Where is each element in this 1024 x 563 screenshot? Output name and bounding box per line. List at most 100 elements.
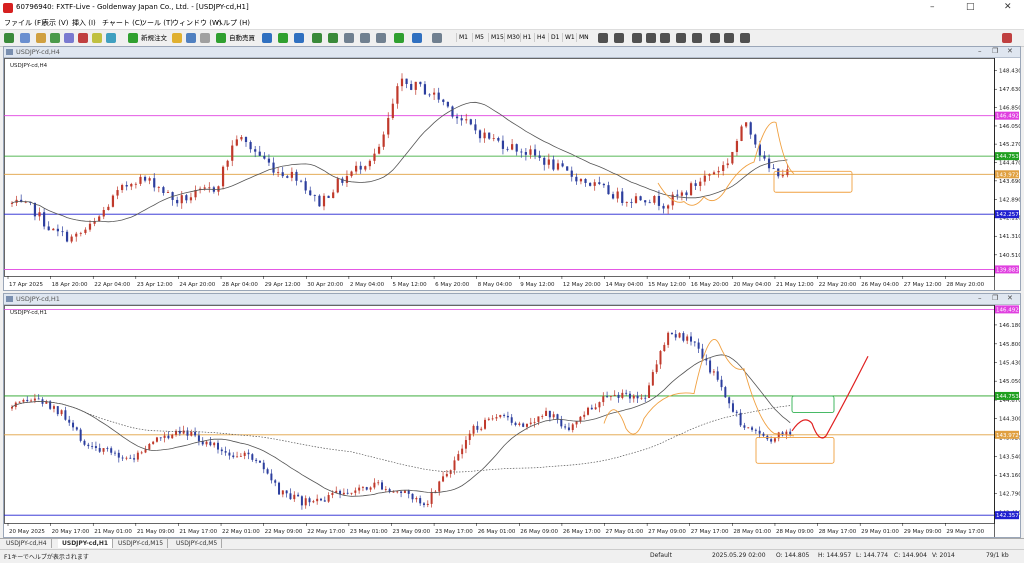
arrows-icon[interactable] (740, 33, 750, 43)
candle-body (522, 423, 525, 427)
chart-close-icon[interactable]: ✕ (1007, 294, 1013, 302)
maximize-icon[interactable]: □ (966, 2, 975, 12)
date-tick-label: 27 May 17:00 (691, 529, 729, 535)
candle-body (590, 407, 593, 410)
candle-body (354, 490, 357, 493)
fibonacci-icon[interactable] (692, 33, 702, 43)
crosshair-icon[interactable] (614, 33, 624, 43)
templates-icon[interactable] (432, 33, 442, 43)
navigator-icon[interactable] (64, 33, 74, 43)
autoscroll-icon[interactable] (360, 33, 370, 43)
candle-body (130, 183, 133, 187)
zoom-in-icon[interactable] (312, 33, 322, 43)
candle-body (43, 212, 46, 227)
tab-usdjpy-m15[interactable]: USDJPY-cd,M15 (114, 539, 169, 548)
chart-restore-icon[interactable]: ❐ (992, 47, 998, 55)
chart-h1[interactable]: USDJPY-cd,H1 146.180 145.800 145.430 145.050… (4, 305, 1020, 537)
chart-shift-icon[interactable] (376, 33, 386, 43)
metaeditor-icon[interactable] (172, 33, 182, 43)
candle-body (277, 172, 280, 174)
date-tick-label: 29 May 01:00 (861, 529, 899, 535)
date-tick-label: 26 May 04:00 (861, 282, 899, 288)
close-icon[interactable]: ✕ (1004, 2, 1012, 12)
price-tick-label: 145.270 (999, 142, 1020, 148)
chart-h4[interactable]: USDJPY-cd,H4 148.430 147.630 146.850 146.050… (4, 58, 1020, 290)
candle-body (323, 500, 326, 502)
candle-body (68, 419, 71, 423)
tab-usdjpy-h1[interactable]: USDJPY-cd,H1 (58, 539, 114, 548)
indicators-icon[interactable] (394, 33, 404, 43)
candle-body (249, 142, 252, 150)
chart-minimize-icon[interactable]: – (978, 294, 982, 302)
menu-file[interactable]: ファイル (F) (4, 18, 44, 28)
timeframe-w1[interactable]: W1 (562, 33, 577, 42)
menu-tools[interactable]: ツール (T) (140, 18, 173, 28)
chart-close-icon[interactable]: ✕ (1007, 47, 1013, 55)
periods-icon[interactable] (412, 33, 422, 43)
new-order-icon[interactable] (128, 33, 138, 43)
price-tick-label: 147.630 (999, 87, 1020, 93)
tab-usdjpy-m5[interactable]: USDJPY-cd,M5 (172, 539, 223, 548)
text-tool-icon[interactable] (710, 33, 720, 43)
menu-insert[interactable]: 挿入 (I) (72, 18, 96, 28)
window-title: 60796940: FXTF-Live - Goldenway Japan Co… (16, 3, 249, 11)
date-tick-label: 20 May 04:00 (733, 282, 771, 288)
new-order-button[interactable]: 新規注文 (140, 32, 168, 45)
timeframe-h4[interactable]: H4 (534, 33, 547, 42)
candle-body (503, 414, 506, 416)
candlestick-icon[interactable] (278, 33, 288, 43)
candle-body (541, 416, 544, 417)
tab-usdjpy-h4[interactable]: USDJPY-cd,H4 (2, 539, 52, 548)
history-icon[interactable] (186, 33, 196, 43)
tile-windows-icon[interactable] (344, 33, 354, 43)
channel-icon[interactable] (676, 33, 686, 43)
horizontal-line-icon[interactable] (646, 33, 656, 43)
cursor-icon[interactable] (598, 33, 608, 43)
options-icon[interactable] (106, 33, 116, 43)
menu-view[interactable]: 表示 (V) (42, 18, 68, 28)
candle-body (220, 449, 223, 452)
vertical-line-icon[interactable] (632, 33, 642, 43)
minimize-icon[interactable]: – (930, 2, 935, 12)
menu-chart[interactable]: チャート (C) (102, 18, 143, 28)
chart-restore-icon[interactable]: ❐ (992, 294, 998, 302)
zoom-out-icon[interactable] (328, 33, 338, 43)
label-tool-icon[interactable] (724, 33, 734, 43)
menu-help[interactable]: ヘルプ (H) (216, 18, 250, 28)
search-icon[interactable] (1002, 33, 1012, 43)
timeframe-mn[interactable]: MN (576, 33, 591, 42)
auto-trading-icon[interactable] (216, 33, 226, 43)
new-chart-icon[interactable] (4, 33, 14, 43)
candle-body (102, 448, 105, 452)
signals-icon[interactable] (200, 33, 210, 43)
candle-body (299, 180, 303, 182)
candle-body (121, 457, 124, 459)
candle-body (708, 174, 711, 176)
timeframe-h1[interactable]: H1 (520, 33, 533, 42)
date-tick-label: 9 May 12:00 (520, 282, 555, 288)
trendline-icon[interactable] (660, 33, 670, 43)
chart-window-h1[interactable]: USDJPY-cd,H1 – ❐ ✕ USDJPY-cd,H1 146.180 14… (3, 293, 1021, 538)
candle-body (621, 191, 624, 203)
timeframe-m5[interactable]: M5 (472, 33, 486, 42)
candle-body (575, 421, 578, 425)
candle-body (446, 101, 449, 107)
profiles-icon[interactable] (20, 33, 30, 43)
bar-chart-icon[interactable] (262, 33, 272, 43)
timeframe-d1[interactable]: D1 (548, 33, 561, 42)
candle-body (659, 351, 662, 365)
timeframe-m1[interactable]: M1 (456, 33, 470, 42)
menu-window[interactable]: ウィンドウ (W) (172, 18, 222, 28)
status-open: O: 144.805 (776, 552, 810, 559)
candle-body (226, 160, 229, 167)
data-window-icon[interactable] (50, 33, 60, 43)
tester-icon[interactable] (92, 33, 102, 43)
market-watch-icon[interactable] (36, 33, 46, 43)
terminal-icon[interactable] (78, 33, 88, 43)
line-chart-icon[interactable] (294, 33, 304, 43)
chart-minimize-icon[interactable]: – (978, 47, 982, 55)
chart-window-h4[interactable]: USDJPY-cd,H4 – ❐ ✕ USDJPY-cd,H4 148.430 14… (3, 46, 1021, 291)
chart-window-header-h1: USDJPY-cd,H1 – ❐ ✕ (4, 294, 1020, 305)
auto-trading-button[interactable]: 自動売買 (228, 32, 256, 45)
candle-body (171, 434, 174, 439)
